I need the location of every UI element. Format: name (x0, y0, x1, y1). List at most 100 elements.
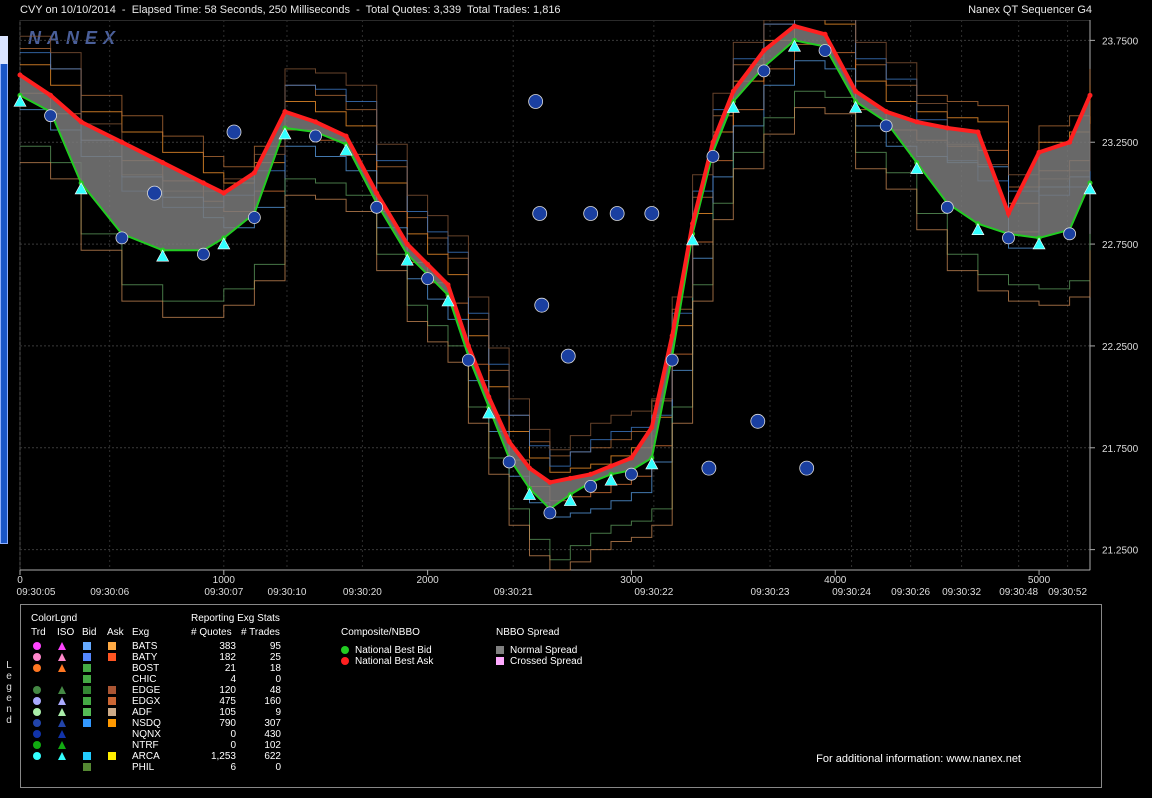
nbo-point (975, 129, 981, 135)
price-chart[interactable]: NANEX 23.7500 23.2500 22.7500 22.2500 21.7500… (0, 19, 1152, 598)
legend-row: CHIC 4 0 (21, 674, 321, 685)
legend-row: BATY 182 25 (21, 652, 321, 663)
nbo-point (690, 221, 696, 227)
ask-color-swatch (108, 719, 116, 727)
exchange-name: BOST (132, 663, 160, 674)
legend-side-letter: d (6, 715, 12, 726)
trade-color-swatch (33, 752, 41, 760)
nbo-point (1087, 92, 1093, 98)
time-label: 09:30:07 (204, 587, 243, 598)
nanex-watermark: NANEX (28, 28, 121, 48)
trade-marker (583, 206, 599, 221)
composite-legend-item: National Best Bid (341, 645, 491, 656)
legend-row: EDGX 475 160 (21, 696, 321, 707)
trade-marker (534, 297, 550, 313)
time-label: 09:30:05 (17, 587, 56, 598)
nbo-point (160, 160, 166, 166)
trade-marker-nsdq (757, 64, 771, 78)
y-tick-label: 21.2500 (1102, 546, 1139, 557)
iso-color-swatch (58, 719, 66, 727)
trade-marker (644, 206, 660, 221)
bid-color-swatch (83, 719, 91, 727)
time-label: 09:30:06 (90, 587, 129, 598)
nbo-point (486, 394, 492, 400)
nbo-point (669, 333, 675, 339)
nbo-point (914, 119, 920, 125)
trade-marker-nsdq (502, 455, 516, 469)
trade-marker (532, 206, 548, 221)
nbo-point (404, 241, 410, 247)
x-tick-label: 2000 (416, 575, 439, 586)
nbo-point (608, 463, 614, 469)
x-tick-label: 3000 (620, 575, 643, 586)
col-iso: ISO (57, 627, 75, 638)
iso-color-swatch (58, 730, 66, 738)
trade-marker (226, 124, 242, 140)
quote-count: 6 (230, 762, 236, 773)
nbo-point (761, 48, 767, 54)
composite-swatch (341, 646, 349, 654)
iso-color-swatch (58, 664, 66, 672)
nbo-point (822, 31, 828, 37)
trade-count: 430 (264, 729, 281, 740)
nbo-point (17, 72, 23, 78)
trade-marker (560, 348, 576, 364)
trade-marker (799, 460, 815, 476)
trade-color-swatch (33, 730, 41, 738)
iso-color-swatch (58, 653, 66, 661)
trade-marker-nsdq (247, 211, 261, 224)
exchange-name: NQNX (132, 729, 161, 740)
trade-marker-nsdq (115, 231, 129, 245)
bid-color-swatch (83, 752, 91, 760)
composite-legend-item: National Best Ask (341, 656, 491, 667)
trade-marker-nsdq (665, 353, 679, 367)
trade-marker-nsdq (197, 247, 210, 261)
legend-panel: ColorLgnd Trd ISO Bid Ask Exg Reporting … (20, 604, 1102, 788)
bid-color-swatch (83, 642, 91, 650)
trade-marker-nsdq (461, 353, 475, 367)
nbo-point (567, 475, 573, 481)
trade-count: 25 (269, 652, 281, 663)
quote-count: 182 (219, 652, 236, 663)
nbo-point (78, 119, 84, 125)
legend-side-letter: e (6, 671, 12, 682)
y-tick-label: 22.7500 (1102, 240, 1139, 251)
legend-row: NSDQ 790 307 (21, 718, 321, 729)
chart-area[interactable]: NANEX 23.7500 23.2500 22.7500 22.2500 21.7500… (0, 19, 1152, 598)
col-exg: Exg (132, 627, 150, 638)
spread-swatch (496, 646, 504, 654)
exchange-name: NSDQ (132, 718, 161, 729)
trade-marker (609, 206, 625, 221)
nbo-point (445, 282, 451, 288)
trade-count: 622 (264, 751, 281, 762)
iso-color-swatch (58, 642, 66, 650)
legend-row: PHIL 6 0 (21, 762, 321, 773)
ask-color-swatch (108, 697, 116, 705)
nbo-point (251, 170, 257, 176)
trade-count: 0 (275, 762, 281, 773)
legend-side-label: Legend (2, 660, 16, 726)
nbo-point (465, 343, 471, 349)
nbo-point (883, 109, 889, 115)
time-label: 09:30:24 (832, 587, 871, 598)
exchange-name: PHIL (132, 762, 155, 773)
iso-color-swatch (58, 686, 66, 694)
trade-color-swatch (33, 653, 41, 661)
trade-marker-nsdq (44, 109, 57, 123)
ask-color-swatch (108, 708, 116, 716)
time-label: 09:30:32 (942, 587, 981, 598)
nbo-point (853, 88, 859, 94)
trade-color-swatch (33, 642, 41, 650)
composite-swatch (341, 657, 349, 665)
col-bid: Bid (82, 627, 97, 638)
time-label: 09:30:20 (343, 587, 382, 598)
nbo-point (1067, 139, 1073, 145)
iso-color-swatch (58, 708, 66, 716)
trade-color-swatch (33, 686, 41, 694)
window-title: CVY on 10/10/2014 - Elapsed Time: 58 Sec… (20, 4, 561, 16)
exchange-name: BATS (132, 641, 158, 652)
legend-side-letter: g (6, 682, 12, 693)
y-tick-label: 21.7500 (1102, 444, 1139, 455)
trade-count: 102 (264, 740, 281, 751)
trade-marker-nsdq (1063, 227, 1077, 241)
